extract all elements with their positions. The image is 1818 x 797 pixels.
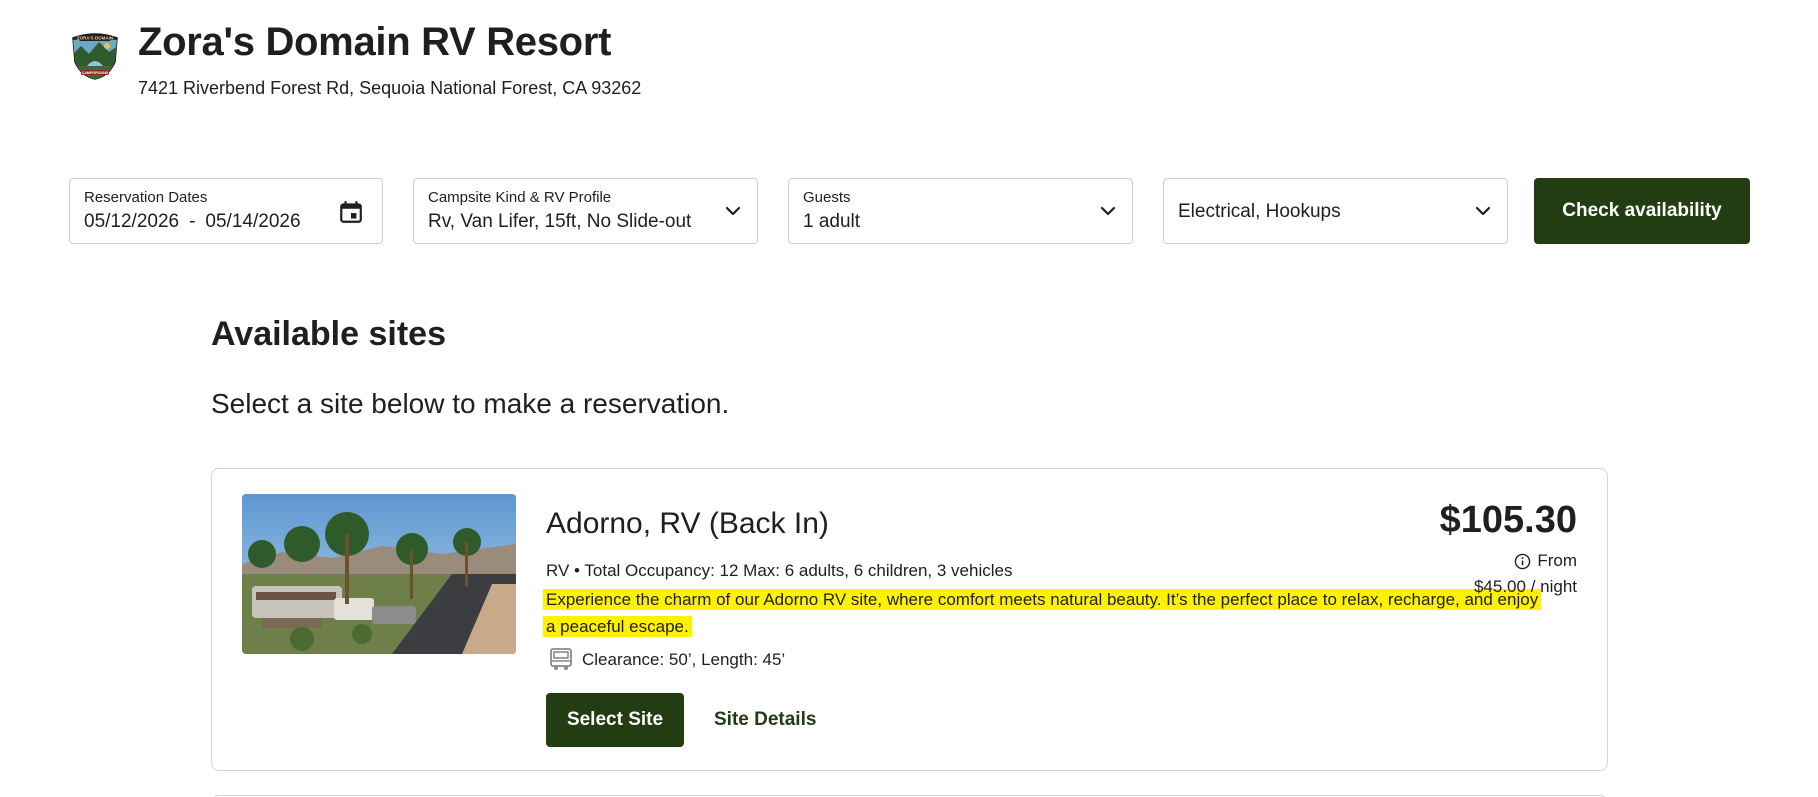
page: ZORA'S DOMAIN CAMPGROUND Zora's Domain R… (0, 0, 1818, 797)
guests-label: Guests (803, 189, 851, 206)
nightly-rate: $45.00 / night (1473, 577, 1577, 596)
rv-icon (550, 648, 572, 670)
resort-name: Zora's Domain RV Resort (138, 20, 612, 64)
guests-value: 1 adult (803, 211, 861, 232)
price-from-label: From (1537, 551, 1577, 570)
calendar-icon (340, 201, 362, 223)
site-photo (242, 494, 516, 654)
resort-address: 7421 Riverbend Forest Rd, Sequoia Nation… (138, 78, 642, 98)
site-card: Adorno, RV (Back In) RV • Total Occupanc… (211, 468, 1608, 771)
campground-logo-icon: ZORA'S DOMAIN CAMPGROUND (69, 32, 121, 80)
site-details-link[interactable]: Site Details (714, 709, 816, 731)
chevron-down-icon (1475, 206, 1491, 216)
chevron-down-icon (1100, 206, 1116, 216)
site-description: Experience the charm of our Adorno RV si… (543, 586, 1543, 640)
svg-text:ZORA'S DOMAIN: ZORA'S DOMAIN (77, 36, 113, 41)
amenities-value: Electrical, Hookups (1178, 201, 1341, 222)
reservation-dates-field[interactable]: Reservation Dates 05/12/2026-05/14/2026 (69, 178, 383, 244)
reservation-dates-value: 05/12/2026-05/14/2026 (84, 211, 301, 233)
price-from-row: From (1514, 551, 1577, 571)
site-title: Adorno, RV (Back In) (546, 507, 829, 540)
available-sites-heading: Available sites (211, 315, 446, 353)
campsite-kind-label: Campsite Kind & RV Profile (428, 189, 612, 206)
site-dimensions: Clearance: 50’, Length: 45’ (582, 650, 786, 669)
chevron-down-icon (725, 206, 741, 216)
reservation-dates-label: Reservation Dates (84, 189, 208, 206)
site-description-text: Experience the charm of our Adorno RV si… (543, 589, 1542, 637)
start-date: 05/12/2026 (84, 211, 180, 232)
date-separator: - (189, 211, 196, 232)
site-price: $105.30 (1439, 499, 1577, 541)
check-availability-button[interactable]: Check availability (1534, 178, 1750, 244)
available-sites-subtitle: Select a site below to make a reservatio… (211, 388, 730, 419)
end-date: 05/14/2026 (205, 211, 301, 232)
campsite-kind-value: Rv, Van Lifer, 15ft, No Slide-out (428, 211, 692, 232)
svg-text:CAMPGROUND: CAMPGROUND (82, 71, 109, 75)
info-icon[interactable] (1514, 553, 1531, 570)
guests-select[interactable]: Guests 1 adult (788, 178, 1133, 244)
site-occupancy: RV • Total Occupancy: 12 Max: 6 adults, … (546, 561, 1013, 580)
campsite-kind-select[interactable]: Campsite Kind & RV Profile Rv, Van Lifer… (413, 178, 758, 244)
amenities-select[interactable]: Electrical, Hookups (1163, 178, 1508, 244)
select-site-button[interactable]: Select Site (546, 693, 684, 747)
